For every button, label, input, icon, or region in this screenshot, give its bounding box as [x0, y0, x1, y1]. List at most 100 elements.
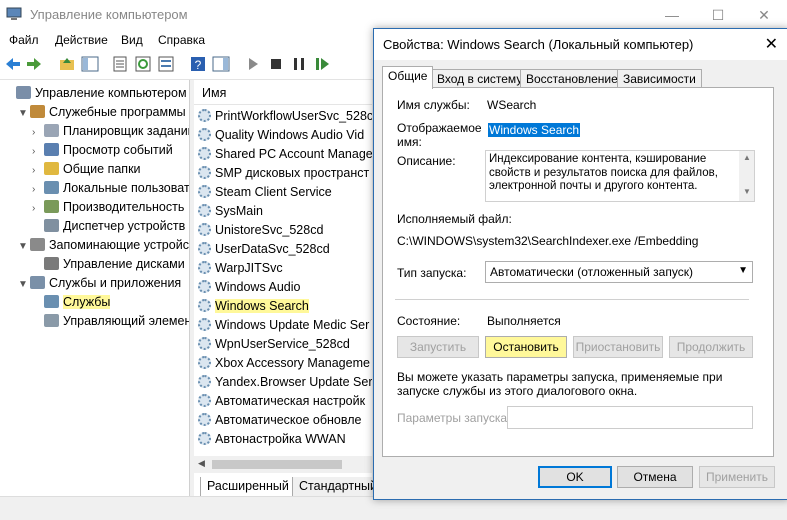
- gear-icon: [198, 375, 211, 388]
- tree-item[interactable]: ▼ Запоминающие устройст: [18, 236, 189, 256]
- collapsed-chevron-icon[interactable]: ›: [32, 180, 44, 199]
- service-row[interactable]: Yandex.Browser Update Ser: [198, 373, 372, 392]
- service-row[interactable]: WpnUserService_528cd: [198, 335, 350, 354]
- properties-icon[interactable]: [111, 55, 129, 73]
- dialog-titlebar: Свойства: Windows Search (Локальный комп…: [374, 29, 787, 60]
- start-button[interactable]: Запустить: [397, 336, 479, 358]
- service-row[interactable]: Shared PC Account Manager: [198, 145, 372, 164]
- start-service-icon[interactable]: [244, 55, 262, 73]
- collapsed-chevron-icon[interactable]: ›: [32, 123, 44, 142]
- show-action-pane-icon[interactable]: [212, 55, 230, 73]
- menu-view[interactable]: Вид: [121, 33, 143, 47]
- tab-logon[interactable]: Вход в систему: [431, 69, 529, 88]
- restart-service-icon[interactable]: [313, 55, 331, 73]
- stop-service-icon[interactable]: [267, 55, 285, 73]
- service-row[interactable]: Steam Client Service: [198, 183, 332, 202]
- tree-item[interactable]: › Просмотр событий: [32, 141, 173, 160]
- tree-item[interactable]: ▼ Служебные программы: [18, 103, 186, 122]
- back-arrow-icon[interactable]: [4, 55, 22, 73]
- collapsed-chevron-icon[interactable]: ›: [32, 142, 44, 161]
- tab-extended[interactable]: Расширенный: [200, 477, 296, 497]
- service-row[interactable]: Windows Search: [198, 297, 309, 316]
- expanded-chevron-icon[interactable]: ▼: [18, 104, 30, 123]
- show-tree-icon[interactable]: [81, 55, 99, 73]
- service-row[interactable]: Xbox Accessory Manageme: [198, 354, 370, 373]
- scrollbar-thumb[interactable]: [212, 460, 342, 469]
- service-row[interactable]: Автоматическая настройк: [198, 392, 365, 411]
- tab-recovery[interactable]: Восстановление: [520, 69, 624, 88]
- service-row[interactable]: Windows Update Medic Ser: [198, 316, 369, 335]
- gear-icon: [198, 280, 211, 293]
- apply-button[interactable]: Применить: [699, 466, 775, 488]
- menu-help[interactable]: Справка: [158, 33, 205, 47]
- storage-icon: [30, 238, 45, 251]
- expanded-chevron-icon[interactable]: ▼: [18, 237, 30, 256]
- menu-action[interactable]: Действие: [55, 33, 108, 47]
- column-header-name[interactable]: Имя: [194, 80, 372, 105]
- service-row[interactable]: Windows Audio: [198, 278, 300, 297]
- tree-item[interactable]: Управляющий элемен: [32, 312, 190, 331]
- services-list: Имя PrintWorkflowUserSvc_528cd Quality Wi…: [194, 80, 372, 496]
- startup-params-input[interactable]: [507, 406, 753, 429]
- service-row[interactable]: SMP дисковых пространст: [198, 164, 369, 183]
- startup-params-hint: Вы можете указать параметры запуска, при…: [397, 370, 723, 398]
- tree-item[interactable]: › Локальные пользовате: [32, 179, 190, 199]
- tree-item[interactable]: Управление компьютером (л: [4, 84, 189, 103]
- startup-type-dropdown[interactable]: Автоматически (отложенный запуск) ▼: [485, 261, 753, 283]
- tree-item[interactable]: Управление дисками: [32, 255, 185, 274]
- tree-item-label: Локальные пользовате: [63, 181, 190, 195]
- display-name-field[interactable]: Windows Search: [485, 120, 755, 142]
- tree-item-label: Управление дисками: [63, 257, 185, 271]
- tree-item[interactable]: Службы: [32, 293, 111, 312]
- scroll-left-icon[interactable]: ◀: [198, 458, 205, 469]
- pause-button[interactable]: Приостановить: [573, 336, 663, 358]
- gear-icon: [198, 166, 211, 179]
- tree-item[interactable]: › Общие папки: [32, 160, 141, 179]
- pause-service-icon[interactable]: [290, 55, 308, 73]
- tree-item[interactable]: › Производительность: [32, 198, 184, 217]
- maximize-button[interactable]: ☐: [695, 0, 741, 30]
- service-row[interactable]: Автоматическое обновле: [198, 411, 361, 430]
- tree-item[interactable]: › Планировщик заданий: [32, 122, 189, 142]
- service-row[interactable]: UnistoreSvc_528cd: [198, 221, 323, 240]
- tree-item[interactable]: Диспетчер устройств: [32, 217, 185, 236]
- tree-item-label: Управляющий элемен: [63, 314, 190, 328]
- separator: [395, 299, 749, 300]
- collapsed-chevron-icon[interactable]: ›: [32, 161, 44, 180]
- resume-button[interactable]: Продолжить: [669, 336, 753, 358]
- description-scrollbar[interactable]: ▲ ▼: [739, 151, 754, 201]
- tree-item[interactable]: ▼ Службы и приложения: [18, 274, 181, 293]
- computer-icon: [16, 86, 31, 99]
- properties-dialog: Свойства: Windows Search (Локальный комп…: [373, 28, 787, 500]
- service-row[interactable]: WarpJITSvc: [198, 259, 283, 278]
- tab-standard[interactable]: Стандартный: [292, 477, 384, 497]
- close-button[interactable]: ✕: [741, 0, 787, 30]
- gear-icon: [198, 413, 211, 426]
- help-icon[interactable]: ?: [189, 55, 207, 73]
- minimize-button[interactable]: —: [649, 0, 695, 30]
- collapsed-chevron-icon[interactable]: ›: [32, 199, 44, 218]
- dialog-close-icon[interactable]: ✕: [765, 34, 778, 54]
- shared-folder-icon: [44, 162, 59, 175]
- service-row[interactable]: SysMain: [198, 202, 263, 221]
- forward-arrow-icon[interactable]: [25, 55, 43, 73]
- refresh-icon[interactable]: [134, 55, 152, 73]
- tab-dependencies[interactable]: Зависимости: [617, 69, 702, 88]
- expanded-chevron-icon[interactable]: ▼: [18, 275, 30, 294]
- tab-general[interactable]: Общие: [382, 66, 434, 89]
- export-list-icon[interactable]: [157, 55, 175, 73]
- service-row[interactable]: PrintWorkflowUserSvc_528cd: [198, 107, 372, 126]
- event-viewer-icon: [44, 143, 59, 156]
- description-box[interactable]: Индексирование контента, кэширование сво…: [485, 150, 755, 202]
- ok-button[interactable]: OK: [538, 466, 612, 488]
- service-row[interactable]: Автонастройка WWAN: [198, 430, 346, 449]
- menu-file[interactable]: Файл: [9, 33, 39, 47]
- gear-icon: [198, 109, 211, 122]
- up-folder-icon[interactable]: [58, 55, 76, 73]
- stop-button[interactable]: Остановить: [485, 336, 567, 358]
- dialog-title: Свойства: Windows Search (Локальный комп…: [383, 37, 694, 52]
- horizontal-scrollbar[interactable]: ◀: [194, 456, 372, 473]
- cancel-button[interactable]: Отмена: [617, 466, 693, 488]
- service-row[interactable]: UserDataSvc_528cd: [198, 240, 330, 259]
- service-row[interactable]: Quality Windows Audio Vid: [198, 126, 364, 145]
